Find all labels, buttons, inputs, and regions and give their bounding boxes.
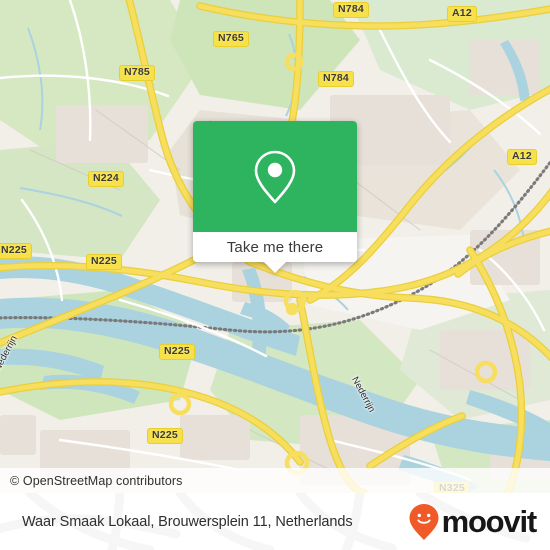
popup-icon-area <box>193 121 357 232</box>
road-shield: N784 <box>318 71 354 87</box>
road-shield: N224 <box>88 171 124 187</box>
moovit-map-share-card: N784 A12 N765 N785 N784 A12 N224 N225 N2… <box>0 0 550 550</box>
take-me-there-label: Take me there <box>226 238 324 256</box>
footer-content: Waar Smaak Lokaal, Brouwersplein 11, Net… <box>0 493 550 550</box>
map-pin-icon <box>254 150 296 203</box>
map-attribution-bar: © OpenStreetMap contributors <box>0 468 550 493</box>
road-shield: N785 <box>119 65 155 81</box>
road-shield: A12 <box>447 6 477 22</box>
attribution-text[interactable]: © OpenStreetMap contributors <box>0 474 183 488</box>
road-shield: N765 <box>213 31 249 47</box>
road-shield: N784 <box>333 2 369 18</box>
moovit-smiley-pin-icon <box>409 503 439 540</box>
take-me-there-button[interactable]: Take me there <box>193 232 357 262</box>
road-shield: N225 <box>159 344 195 360</box>
location-popup-card[interactable]: Take me there <box>193 121 357 273</box>
road-shield: N225 <box>86 254 122 270</box>
road-shield: N225 <box>0 243 32 259</box>
footer-bar: Waar Smaak Lokaal, Brouwersplein 11, Net… <box>0 493 550 550</box>
map-canvas[interactable]: N784 A12 N765 N785 N784 A12 N224 N225 N2… <box>0 0 550 493</box>
road-shield: A12 <box>507 149 537 165</box>
location-title: Waar Smaak Lokaal, Brouwersplein 11, Net… <box>22 513 353 530</box>
moovit-wordmark: moovit <box>441 504 538 539</box>
moovit-brand[interactable]: moovit <box>407 502 538 542</box>
road-shield: N225 <box>147 428 183 444</box>
popup-tail <box>264 262 286 273</box>
